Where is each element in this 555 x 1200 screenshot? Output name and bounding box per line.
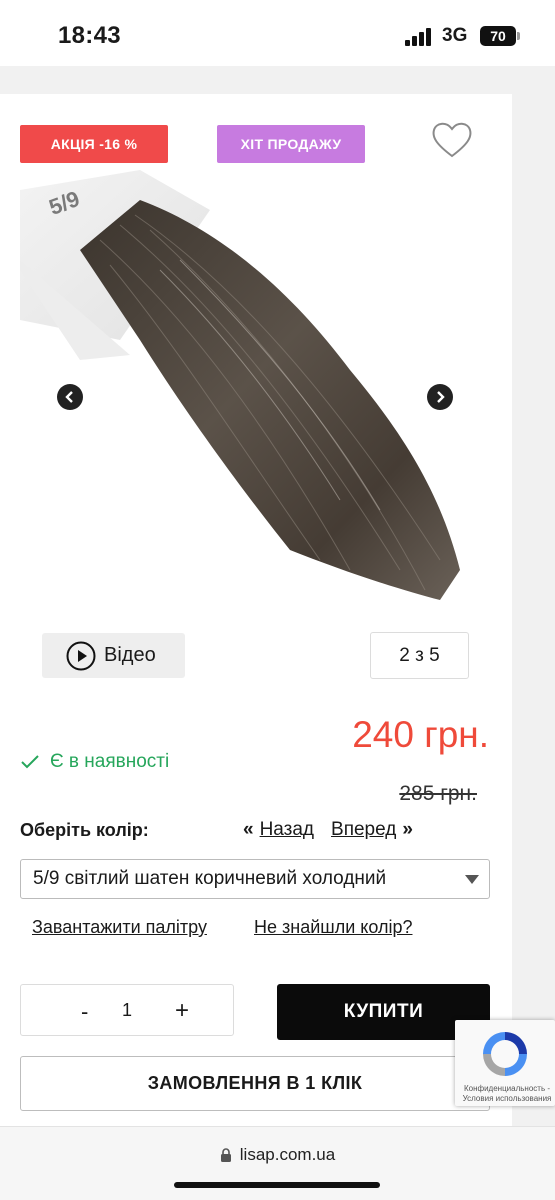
quantity-increase-button[interactable]: +	[175, 997, 189, 1025]
lock-icon	[220, 1148, 231, 1162]
video-label: Відео	[104, 644, 156, 666]
color-select[interactable]: 5/9 світлий шатен коричневий холодний	[20, 859, 490, 899]
color-select-value: 5/9 світлий шатен коричневий холодний	[33, 868, 387, 889]
recaptcha-badge[interactable]: Конфиденциальность - Условия использован…	[455, 1020, 555, 1106]
bestseller-badge: ХІТ ПРОДАЖУ	[217, 125, 365, 163]
play-icon	[66, 641, 96, 670]
url-text: lisap.com.ua	[239, 1145, 336, 1164]
prev-image-button[interactable]	[57, 384, 83, 410]
signal-icon	[405, 28, 433, 46]
wishlist-heart-icon[interactable]	[430, 120, 474, 160]
quantity-value[interactable]: 1	[122, 1000, 132, 1021]
prev-color-symbol: «	[243, 819, 254, 840]
network-type: 3G	[442, 25, 468, 46]
download-palette-link[interactable]: Завантажити палітру	[32, 917, 207, 938]
product-image[interactable]: 5/9	[20, 170, 490, 620]
home-indicator[interactable]	[174, 1182, 380, 1188]
address-bar[interactable]: lisap.com.ua	[0, 1145, 555, 1165]
old-price: 285 грн.	[399, 782, 477, 805]
chevron-left-icon	[65, 391, 73, 403]
color-navigation: « Назад Вперед »	[243, 819, 413, 841]
recaptcha-privacy-text[interactable]: Конфиденциальность - Условия использован…	[459, 1084, 555, 1104]
browser-bottom-bar: lisap.com.ua	[0, 1126, 555, 1200]
status-time: 18:43	[58, 22, 121, 49]
stock-label: Є в наявності	[50, 751, 170, 772]
one-click-order-button[interactable]: ЗАМОВЛЕННЯ В 1 КЛІК	[20, 1056, 490, 1111]
checkmark-icon	[21, 755, 39, 769]
chevron-right-icon	[437, 391, 445, 403]
next-color-symbol: »	[402, 819, 413, 840]
stock-status: Є в наявності	[20, 751, 169, 773]
current-price: 240 грн.	[352, 714, 489, 755]
status-bar: 18:43 3G 70	[0, 0, 555, 66]
color-not-found-link[interactable]: Не знайшли колір?	[254, 917, 412, 938]
image-counter: 2 з 5	[370, 632, 469, 679]
prev-color-link[interactable]: Назад	[260, 819, 314, 841]
color-picker-label: Оберіть колір:	[20, 820, 149, 840]
caret-down-icon	[465, 875, 479, 884]
battery-icon: 70	[480, 26, 520, 46]
recaptcha-icon	[483, 1032, 527, 1076]
video-button[interactable]: Відео	[42, 633, 185, 678]
sale-badge: АКЦІЯ -16 %	[20, 125, 168, 163]
next-color-link[interactable]: Вперед	[331, 819, 396, 841]
quantity-decrease-button[interactable]: -	[81, 999, 88, 1025]
next-image-button[interactable]	[427, 384, 453, 410]
quantity-stepper: - 1 +	[20, 984, 234, 1036]
